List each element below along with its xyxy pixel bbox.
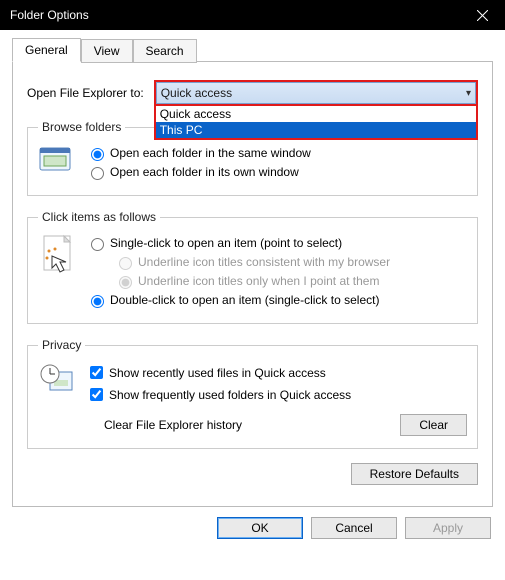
radio-double-click-input[interactable] bbox=[91, 295, 104, 308]
open-explorer-selected: Quick access bbox=[161, 86, 232, 100]
tab-panel-general: Open File Explorer to: Quick access ▾ Qu… bbox=[12, 61, 493, 507]
click-icon bbox=[38, 232, 86, 311]
check-recent-files[interactable]: Show recently used files in Quick access bbox=[86, 363, 467, 382]
restore-row: Restore Defaults bbox=[27, 463, 478, 485]
chevron-down-icon: ▾ bbox=[466, 88, 471, 99]
ok-button[interactable]: OK bbox=[217, 517, 303, 539]
check-recent-files-label: Show recently used files in Quick access bbox=[109, 366, 326, 380]
dialog-content: General View Search Open File Explorer t… bbox=[0, 30, 505, 507]
radio-same-window[interactable]: Open each folder in the same window bbox=[86, 145, 467, 161]
radio-double-click[interactable]: Double-click to open an item (single-cli… bbox=[86, 292, 467, 308]
click-items-group: Click items as follows Single-click to o… bbox=[27, 210, 478, 324]
radio-own-window[interactable]: Open each folder in its own window bbox=[86, 164, 467, 180]
open-explorer-combo-wrap: Quick access ▾ Quick access This PC bbox=[154, 80, 478, 106]
open-explorer-combobox[interactable]: Quick access ▾ bbox=[156, 82, 476, 104]
radio-underline-browser: Underline icon titles consistent with my… bbox=[114, 254, 467, 270]
tab-general[interactable]: General bbox=[12, 38, 81, 62]
radio-same-window-label: Open each folder in the same window bbox=[110, 146, 311, 160]
close-button[interactable] bbox=[460, 0, 505, 30]
browse-folders-legend: Browse folders bbox=[38, 120, 125, 134]
cancel-button[interactable]: Cancel bbox=[311, 517, 397, 539]
open-explorer-dropdown: Quick access This PC bbox=[154, 106, 478, 140]
click-items-legend: Click items as follows bbox=[38, 210, 160, 224]
dropdown-option-this-pc[interactable]: This PC bbox=[156, 122, 476, 138]
radio-underline-point: Underline icon titles only when I point … bbox=[114, 273, 467, 289]
dropdown-option-quick-access[interactable]: Quick access bbox=[156, 106, 476, 122]
check-recent-files-input[interactable] bbox=[90, 366, 103, 379]
check-frequent-folders[interactable]: Show frequently used folders in Quick ac… bbox=[86, 385, 467, 404]
radio-same-window-input[interactable] bbox=[91, 148, 104, 161]
open-explorer-row: Open File Explorer to: Quick access ▾ Qu… bbox=[27, 80, 478, 106]
radio-own-window-label: Open each folder in its own window bbox=[110, 165, 299, 179]
radio-own-window-input[interactable] bbox=[91, 167, 104, 180]
radio-underline-browser-label: Underline icon titles consistent with my… bbox=[138, 255, 390, 269]
clear-history-row: Clear File Explorer history Clear bbox=[104, 414, 467, 436]
window-title: Folder Options bbox=[10, 8, 460, 22]
combo-highlight: Quick access ▾ bbox=[154, 80, 478, 106]
close-icon bbox=[477, 10, 488, 21]
restore-defaults-button[interactable]: Restore Defaults bbox=[351, 463, 478, 485]
privacy-group: Privacy Show recently used files in Quic… bbox=[27, 338, 478, 449]
radio-double-click-label: Double-click to open an item (single-cli… bbox=[110, 293, 379, 307]
radio-single-click-input[interactable] bbox=[91, 238, 104, 251]
radio-single-click-label: Single-click to open an item (point to s… bbox=[110, 236, 342, 250]
check-frequent-folders-label: Show frequently used folders in Quick ac… bbox=[109, 388, 351, 402]
radio-underline-point-input bbox=[119, 276, 132, 289]
tab-strip: General View Search bbox=[12, 38, 493, 62]
clear-history-label: Clear File Explorer history bbox=[104, 418, 242, 432]
titlebar: Folder Options bbox=[0, 0, 505, 30]
radio-underline-point-label: Underline icon titles only when I point … bbox=[138, 274, 379, 288]
browse-icon bbox=[38, 142, 86, 183]
dialog-footer: OK Cancel Apply bbox=[0, 507, 505, 553]
radio-single-click[interactable]: Single-click to open an item (point to s… bbox=[86, 235, 467, 251]
check-frequent-folders-input[interactable] bbox=[90, 388, 103, 401]
clear-button[interactable]: Clear bbox=[400, 414, 467, 436]
radio-underline-browser-input bbox=[119, 257, 132, 270]
privacy-icon bbox=[38, 360, 86, 436]
privacy-legend: Privacy bbox=[38, 338, 85, 352]
apply-button[interactable]: Apply bbox=[405, 517, 491, 539]
tab-search[interactable]: Search bbox=[133, 39, 197, 63]
open-explorer-label: Open File Explorer to: bbox=[27, 86, 144, 100]
tab-view[interactable]: View bbox=[81, 39, 133, 63]
